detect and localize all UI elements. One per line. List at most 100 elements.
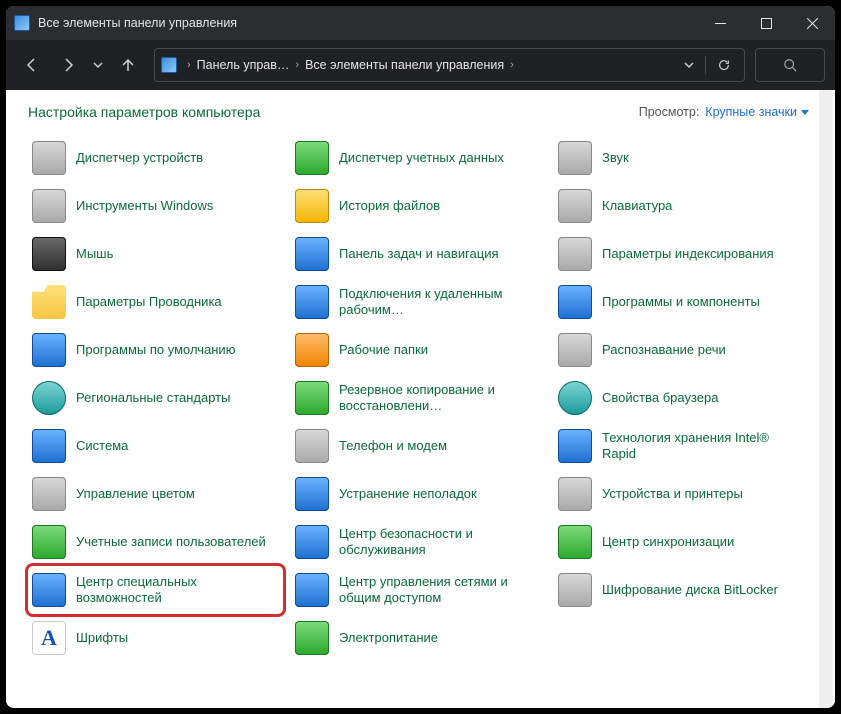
cp-item-label: Диспетчер учетных данных (339, 150, 504, 166)
cp-item-icon (558, 141, 592, 175)
cp-item-icon (32, 573, 66, 607)
cp-item[interactable]: Учетные записи пользователей (28, 518, 283, 566)
cp-item-icon (295, 237, 329, 271)
cp-item[interactable]: Подключения к удаленным рабочим… (291, 278, 546, 326)
content-area: Настройка параметров компьютера Просмотр… (6, 90, 835, 708)
forward-button[interactable] (52, 49, 84, 81)
cp-item[interactable]: Центр безопасности и обслуживания (291, 518, 546, 566)
location-icon (161, 57, 177, 73)
cp-item-label: Телефон и модем (339, 438, 447, 454)
items-grid: Диспетчер устройств Диспетчер учетных дан… (28, 134, 809, 662)
cp-item[interactable]: Параметры индексирования (554, 230, 809, 278)
cp-item-label: Центр управления сетями и общим доступом (339, 574, 542, 607)
cp-item-label: Центр синхронизации (602, 534, 734, 550)
cp-item[interactable]: Свойства браузера (554, 374, 809, 422)
cp-item-label: Рабочие папки (339, 342, 428, 358)
cp-item-label: Клавиатура (602, 198, 672, 214)
cp-item-label: Распознавание речи (602, 342, 726, 358)
cp-item[interactable]: Региональные стандарты (28, 374, 283, 422)
cp-item-label: Программы и компоненты (602, 294, 760, 310)
cp-item-label: Свойства браузера (602, 390, 718, 406)
cp-item-icon (32, 477, 66, 511)
cp-item[interactable]: Программы по умолчанию (28, 326, 283, 374)
scrollbar[interactable] (819, 90, 833, 708)
cp-item-icon (295, 189, 329, 223)
cp-item-icon (295, 381, 329, 415)
view-value: Крупные значки (705, 105, 797, 119)
view-dropdown[interactable]: Крупные значки (705, 105, 809, 119)
cp-item[interactable]: Рабочие папки (291, 326, 546, 374)
cp-item-label: Диспетчер устройств (76, 150, 203, 166)
chevron-right-icon[interactable]: › (295, 59, 299, 71)
cp-item[interactable]: Шифрование диска BitLocker (554, 566, 809, 614)
cp-item[interactable]: Устранение неполадок (291, 470, 546, 518)
cp-item[interactable]: Диспетчер учетных данных (291, 134, 546, 182)
cp-item-icon (558, 285, 592, 319)
cp-item-icon (32, 141, 66, 175)
cp-item-icon (32, 189, 66, 223)
cp-item-label: Шрифты (76, 630, 128, 646)
cp-item-label: Региональные стандарты (76, 390, 230, 406)
cp-item-icon (295, 525, 329, 559)
cp-item-label: Инструменты Windows (76, 198, 213, 214)
cp-item-icon (295, 477, 329, 511)
cp-item-label: Мышь (76, 246, 113, 262)
cp-item[interactable]: Центр специальных возможностей (25, 563, 286, 617)
cp-item[interactable]: Диспетчер устройств (28, 134, 283, 182)
cp-item[interactable]: A Шрифты (28, 614, 283, 662)
cp-item-icon (295, 333, 329, 367)
cp-item-icon (558, 333, 592, 367)
chevron-down-icon (801, 110, 809, 115)
cp-item[interactable]: Программы и компоненты (554, 278, 809, 326)
chevron-right-icon[interactable]: › (510, 59, 514, 71)
cp-item-label: Звук (602, 150, 629, 166)
cp-item-icon: A (32, 621, 66, 655)
close-button[interactable] (789, 6, 835, 40)
cp-item[interactable]: Управление цветом (28, 470, 283, 518)
cp-item[interactable]: Система (28, 422, 283, 470)
cp-item[interactable]: Электропитание (291, 614, 546, 662)
separator (705, 56, 706, 74)
cp-item-icon (558, 573, 592, 607)
maximize-button[interactable] (743, 6, 789, 40)
control-panel-window: Все элементы панели управления › Панель … (6, 6, 835, 708)
breadcrumb-dropdown[interactable] (677, 49, 701, 81)
cp-item[interactable]: История файлов (291, 182, 546, 230)
search-input[interactable] (755, 48, 825, 82)
chevron-right-icon[interactable]: › (187, 59, 191, 71)
up-button[interactable] (112, 49, 144, 81)
titlebar: Все элементы панели управления (6, 6, 835, 40)
cp-item[interactable]: Устройства и принтеры (554, 470, 809, 518)
cp-item[interactable]: Параметры Проводника (28, 278, 283, 326)
cp-item-label: Параметры индексирования (602, 246, 774, 262)
cp-item[interactable]: Резервное копирование и восстановлени… (291, 374, 546, 422)
cp-item-label: Устранение неполадок (339, 486, 477, 502)
cp-item[interactable]: Инструменты Windows (28, 182, 283, 230)
cp-item-label: Резервное копирование и восстановлени… (339, 382, 542, 415)
breadcrumb[interactable]: › Панель управ… › Все элементы панели уп… (154, 48, 745, 82)
cp-item-label: Подключения к удаленным рабочим… (339, 286, 542, 319)
refresh-button[interactable] (710, 49, 738, 81)
cp-item-icon (295, 285, 329, 319)
cp-item[interactable]: Телефон и модем (291, 422, 546, 470)
cp-item[interactable]: Клавиатура (554, 182, 809, 230)
cp-item[interactable]: Звук (554, 134, 809, 182)
cp-item-icon (32, 381, 66, 415)
back-button[interactable] (16, 49, 48, 81)
cp-item-label: Учетные записи пользователей (76, 534, 266, 550)
breadcrumb-part[interactable]: Все элементы панели управления (305, 58, 504, 72)
cp-item[interactable]: Панель задач и навигация (291, 230, 546, 278)
recent-dropdown[interactable] (88, 49, 108, 81)
cp-item[interactable]: Центр синхронизации (554, 518, 809, 566)
cp-item-label: Технология хранения Intel® Rapid (602, 430, 805, 463)
breadcrumb-part[interactable]: Панель управ… (197, 58, 290, 72)
cp-item-icon (32, 525, 66, 559)
cp-item-icon (558, 189, 592, 223)
cp-item-icon (295, 573, 329, 607)
minimize-button[interactable] (697, 6, 743, 40)
cp-item[interactable]: Технология хранения Intel® Rapid (554, 422, 809, 470)
cp-item[interactable]: Центр управления сетями и общим доступом (291, 566, 546, 614)
cp-item[interactable]: Мышь (28, 230, 283, 278)
cp-item-icon (558, 477, 592, 511)
cp-item[interactable]: Распознавание речи (554, 326, 809, 374)
